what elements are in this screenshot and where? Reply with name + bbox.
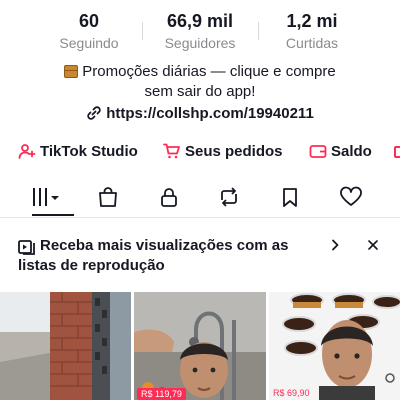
content-tabs — [0, 178, 400, 218]
stat-following-value: 60 — [78, 11, 100, 31]
tiktok-studio-button[interactable]: TikTok Studio — [18, 141, 138, 163]
balance-button[interactable]: Saldo — [309, 141, 372, 163]
more-shortcut-icon[interactable] — [394, 146, 400, 158]
link-icon — [87, 106, 101, 120]
tab-shop[interactable] — [78, 178, 138, 216]
profile-shortcuts: TikTok Studio Seus pedidos Saldo — [0, 141, 400, 163]
video-thumbnail[interactable]: R$ 119,79 — [134, 292, 266, 400]
stat-likes-label: Curtidas — [285, 35, 339, 51]
tab-private[interactable] — [139, 178, 199, 216]
faucet-video-image — [134, 292, 266, 400]
wallet-icon — [309, 145, 327, 158]
shopping-bag-icon — [99, 187, 117, 207]
heart-icon — [340, 186, 362, 206]
profile-bio: Promoções diárias — clique e compre sem … — [20, 62, 380, 102]
stat-following[interactable]: 60 Seguindo — [44, 8, 134, 52]
stat-likes[interactable]: 1,2 mi Curtidas — [266, 8, 358, 52]
close-icon[interactable] — [366, 238, 380, 252]
profile-link[interactable]: https://collshp.com/19940211 — [0, 104, 400, 124]
stat-following-label: Seguindo — [59, 35, 119, 51]
profile-stats: 60 Seguindo 66,9 mil Seguidores 1,2 mi C… — [0, 8, 400, 52]
glass-cups-video-image — [269, 292, 400, 400]
video-thumbnail[interactable]: R$ 69,90 — [269, 292, 400, 400]
stat-followers-value: 66,9 mil — [166, 11, 234, 31]
playlist-promo-text: Receba mais visualizações com as listas … — [18, 237, 289, 274]
stat-followers-label: Seguidores — [164, 35, 236, 51]
chevron-right-icon[interactable] — [328, 238, 342, 252]
orders-button[interactable]: Seus pedidos — [163, 141, 283, 163]
tab-favorites[interactable] — [260, 178, 320, 216]
tab-liked[interactable] — [321, 178, 381, 216]
product-price-badge: R$ 119,79 — [137, 388, 186, 400]
profile-link-text: https://collshp.com/19940211 — [106, 105, 314, 122]
stat-divider — [258, 22, 259, 40]
person-sparkle-icon — [18, 144, 36, 159]
videos-grid-icon — [33, 188, 59, 206]
tab-reposts[interactable] — [199, 178, 259, 216]
tabs-divider — [0, 217, 400, 218]
package-icon — [64, 65, 79, 78]
video-grid: R$ 119,79 R$ 69,90 — [0, 292, 400, 400]
product-price-label: R$ 69,90 — [273, 388, 310, 398]
brick-wall-image — [0, 292, 131, 400]
video-thumbnail[interactable] — [0, 292, 131, 400]
tiktok-studio-label: TikTok Studio — [40, 143, 138, 160]
bio-line-1: Promoções diárias — clique e compre — [82, 63, 336, 80]
lock-icon — [161, 188, 177, 207]
cart-icon — [163, 143, 180, 159]
bio-line-2: sem sair do app! — [144, 83, 256, 100]
bookmark-icon — [283, 188, 297, 207]
repost-icon — [221, 187, 237, 207]
tab-videos[interactable] — [18, 178, 78, 216]
playlist-promo-banner[interactable]: Receba mais visualizações com as listas … — [0, 226, 400, 276]
orders-label: Seus pedidos — [185, 143, 283, 160]
stat-divider — [142, 22, 143, 40]
stat-followers[interactable]: 66,9 mil Seguidores — [150, 8, 250, 52]
balance-label: Saldo — [331, 143, 372, 160]
stat-likes-value: 1,2 mi — [286, 11, 338, 31]
